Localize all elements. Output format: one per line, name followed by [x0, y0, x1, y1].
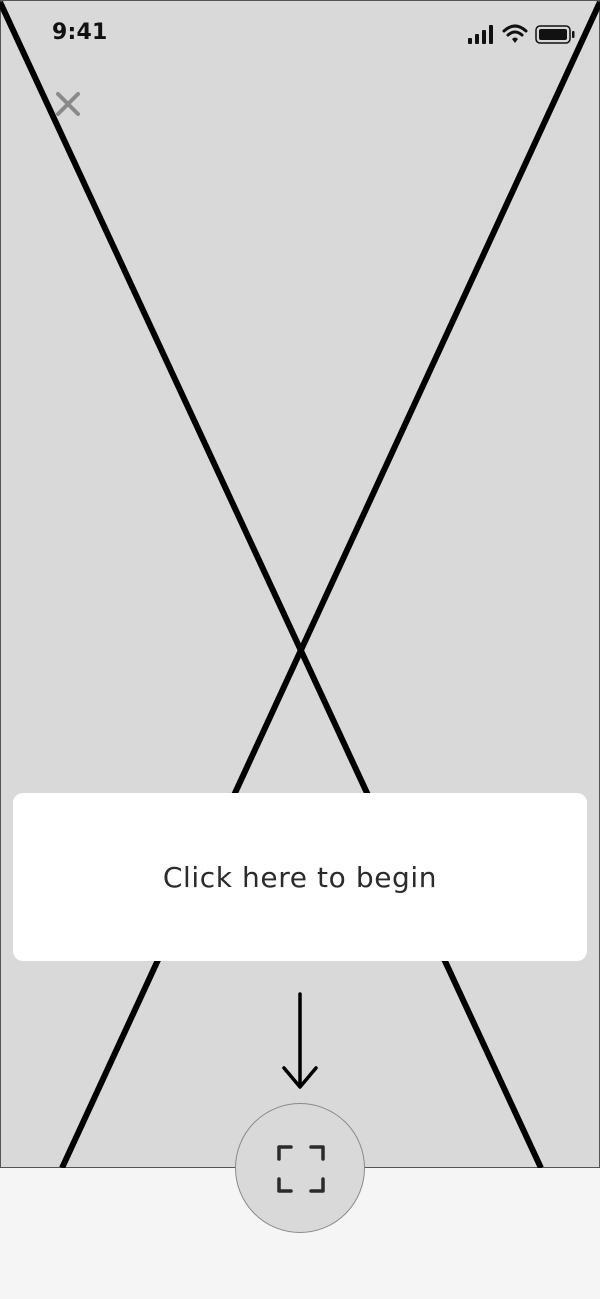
- status-time: 9:41: [52, 20, 108, 45]
- battery-icon: [535, 25, 575, 44]
- status-bar: 9:41: [0, 0, 600, 70]
- arrow-down-icon: [282, 992, 318, 1089]
- close-icon: [56, 92, 80, 116]
- signal-icon: [468, 25, 493, 44]
- begin-prompt-label: Click here to begin: [162, 860, 438, 894]
- begin-prompt-card[interactable]: Click here to begin: [13, 793, 587, 961]
- scan-button[interactable]: [235, 1103, 365, 1233]
- scan-frame-icon: [277, 1145, 325, 1193]
- camera-screen: 9:41 Click here to begin: [0, 0, 600, 1299]
- wifi-icon: [502, 24, 528, 43]
- close-button[interactable]: [50, 86, 86, 122]
- status-icons: [468, 24, 575, 44]
